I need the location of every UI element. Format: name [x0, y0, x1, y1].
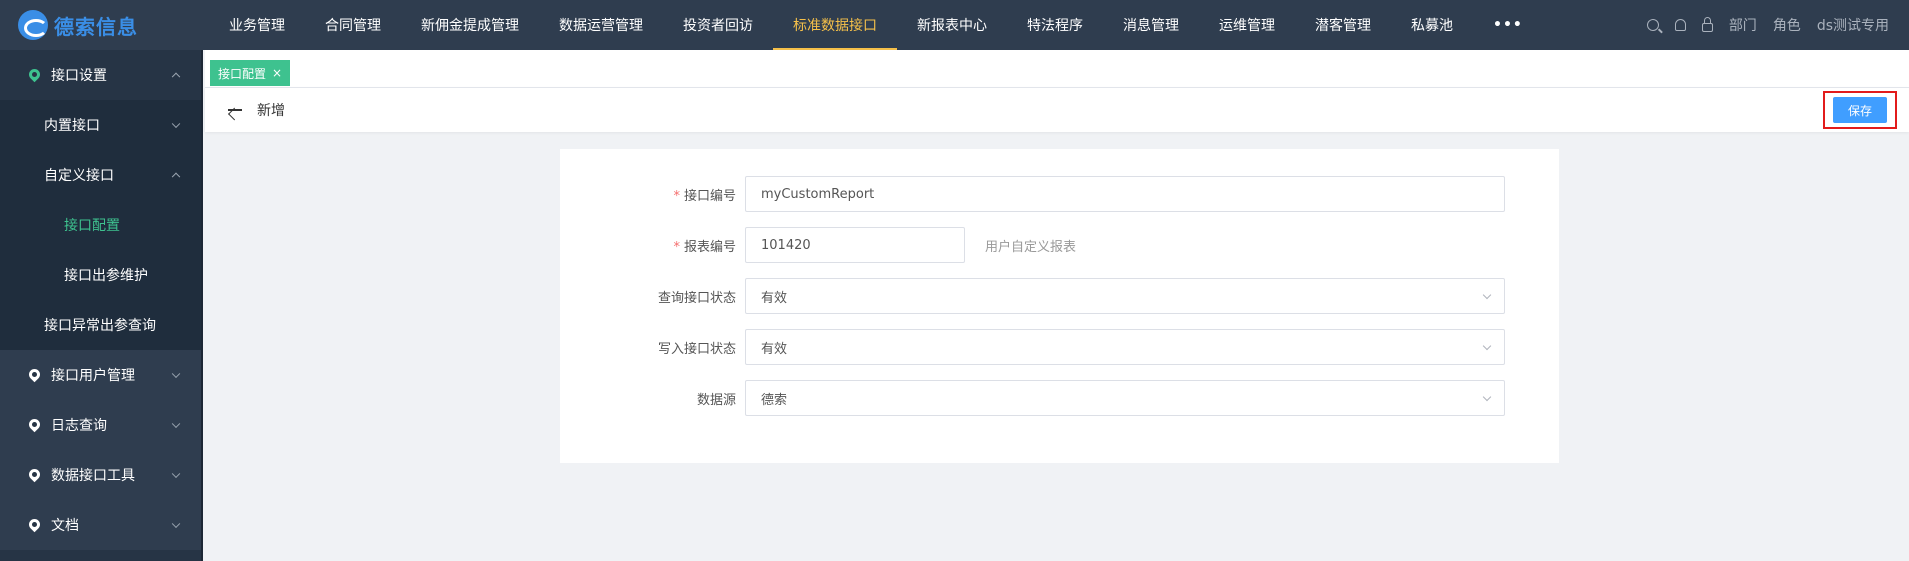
nav-item-ops[interactable]: 运维管理	[1199, 0, 1295, 50]
interface-code-input[interactable]	[745, 176, 1505, 212]
chevron-down-icon	[1482, 392, 1492, 402]
user-name[interactable]: ds测试专用	[1817, 15, 1889, 35]
top-right-tools: 部门 角色 ds测试专用	[1639, 0, 1897, 50]
top-navbar: 德索信息 业务管理 合同管理 新佣金提成管理 数据运营管理 投资者回访 标准数据…	[0, 0, 1909, 50]
query-status-select[interactable]: 有效	[745, 278, 1505, 314]
report-code-input[interactable]	[745, 227, 965, 263]
report-name-hint: 用户自定义报表	[985, 239, 1077, 255]
save-highlight: 保存	[1823, 91, 1897, 129]
sidebar-item-label: 文档	[51, 518, 79, 534]
datasource-label: 数据源	[696, 392, 736, 408]
report-code-label: * 报表编号	[673, 236, 736, 255]
page-header: 新增 保存	[205, 88, 1909, 132]
page-title: 新增	[257, 103, 285, 119]
datasource-select[interactable]: 德索	[745, 380, 1505, 416]
department-link[interactable]: 部门	[1729, 15, 1757, 35]
sidebar-item-exception-query[interactable]: 接口异常出参查询	[0, 300, 201, 350]
sidebar-item-label: 日志查询	[51, 418, 107, 434]
form-card: *接口编号 *报表编号 用户自定义报表 查询接口状态 有效 写入接口状态 有效 …	[560, 149, 1559, 463]
nav-item-report-center[interactable]: 新报表中心	[897, 0, 1007, 50]
nav-item-prospects[interactable]: 潜客管理	[1295, 0, 1391, 50]
brand-name: 德索信息	[54, 14, 138, 39]
sidebar-item-label: 接口用户管理	[51, 368, 135, 384]
select-value: 有效	[761, 290, 788, 306]
save-button[interactable]: 保存	[1833, 97, 1887, 123]
search-icon[interactable]	[1646, 19, 1659, 31]
chevron-down-icon	[171, 469, 181, 479]
sidebar-item-interface-settings[interactable]: 接口设置	[0, 50, 201, 100]
sidebar-item-label: 内置接口	[44, 118, 100, 134]
location-pin-icon	[28, 469, 41, 482]
interface-code-label: * 接口编号	[673, 185, 736, 204]
form-row-query-status: 查询接口状态 有效	[560, 278, 1559, 314]
nav-item-contract[interactable]: 合同管理	[305, 0, 401, 50]
tab-label: 接口配置	[218, 66, 267, 81]
sidebar-item-label: 数据接口工具	[51, 468, 135, 484]
nav-item-messages[interactable]: 消息管理	[1103, 0, 1199, 50]
required-mark: *	[673, 188, 680, 204]
location-pin-icon	[28, 419, 41, 432]
nav-item-commission[interactable]: 新佣金提成管理	[401, 0, 539, 50]
select-value: 有效	[761, 341, 788, 357]
sidebar: 接口设置 内置接口 自定义接口 接口配置 接口出参维护 接口异常出参查询 接口用…	[0, 50, 203, 561]
location-pin-icon	[28, 69, 41, 82]
sidebar-item-data-tools[interactable]: 数据接口工具	[0, 450, 201, 500]
sidebar-item-log-query[interactable]: 日志查询	[0, 400, 201, 450]
tab-interface-config[interactable]: 接口配置 ×	[210, 60, 291, 86]
sidebar-item-label: 接口异常出参查询	[44, 318, 156, 334]
select-value: 德索	[761, 392, 788, 408]
sidebar-item-label: 自定义接口	[44, 168, 114, 184]
sidebar-item-builtin-interface[interactable]: 内置接口	[0, 100, 201, 150]
bell-icon[interactable]	[1674, 19, 1686, 31]
chevron-down-icon	[1482, 290, 1492, 300]
label-text: 接口编号	[683, 188, 736, 204]
close-icon[interactable]: ×	[272, 66, 282, 80]
chevron-down-icon	[171, 369, 181, 379]
write-status-label: 写入接口状态	[657, 341, 736, 357]
back-arrow-icon[interactable]	[225, 100, 245, 120]
sidebar-item-label: 接口出参维护	[64, 268, 148, 284]
chevron-down-icon	[171, 519, 181, 529]
form-row-datasource: 数据源 德索	[560, 380, 1559, 416]
sidebar-item-output-params[interactable]: 接口出参维护	[0, 250, 201, 300]
nav-item-standard-api[interactable]: 标准数据接口	[773, 0, 897, 50]
nav-item-private-pool[interactable]: 私募池	[1391, 0, 1473, 50]
write-status-select[interactable]: 有效	[745, 329, 1505, 365]
nav-more-button[interactable]: •••	[1473, 0, 1543, 50]
sidebar-item-interface-config[interactable]: 接口配置	[0, 200, 201, 250]
logo-icon	[18, 10, 48, 40]
query-status-label: 查询接口状态	[657, 290, 736, 306]
nav-item-special-program[interactable]: 特法程序	[1007, 0, 1103, 50]
role-link[interactable]: 角色	[1773, 15, 1801, 35]
nav-item-investor-visit[interactable]: 投资者回访	[663, 0, 773, 50]
chevron-down-icon	[171, 119, 181, 129]
form-row-interface-code: * 接口编号	[560, 176, 1559, 212]
label-text: 报表编号	[683, 239, 736, 255]
location-pin-icon	[28, 519, 41, 532]
nav-item-data-ops[interactable]: 数据运营管理	[539, 0, 663, 50]
main-nav: 业务管理 合同管理 新佣金提成管理 数据运营管理 投资者回访 标准数据接口 新报…	[209, 0, 1543, 50]
brand-logo[interactable]: 德索信息	[0, 0, 203, 50]
form-row-write-status: 写入接口状态 有效	[560, 329, 1559, 365]
chevron-down-icon	[171, 419, 181, 429]
location-pin-icon	[28, 369, 41, 382]
chevron-up-icon	[171, 172, 181, 182]
chevron-down-icon	[1482, 341, 1492, 351]
nav-item-business[interactable]: 业务管理	[209, 0, 305, 50]
sidebar-item-label: 接口设置	[51, 68, 107, 84]
sidebar-item-custom-interface[interactable]: 自定义接口	[0, 150, 201, 200]
lock-icon[interactable]	[1701, 17, 1713, 32]
required-mark: *	[673, 239, 680, 255]
sidebar-item-user-management[interactable]: 接口用户管理	[0, 350, 201, 400]
sidebar-item-docs[interactable]: 文档	[0, 500, 201, 550]
sidebar-item-label: 接口配置	[64, 218, 120, 234]
page-tabs: 接口配置 ×	[205, 50, 1909, 88]
form-row-report-code: *报表编号 用户自定义报表	[560, 227, 1559, 263]
chevron-up-icon	[171, 72, 181, 82]
